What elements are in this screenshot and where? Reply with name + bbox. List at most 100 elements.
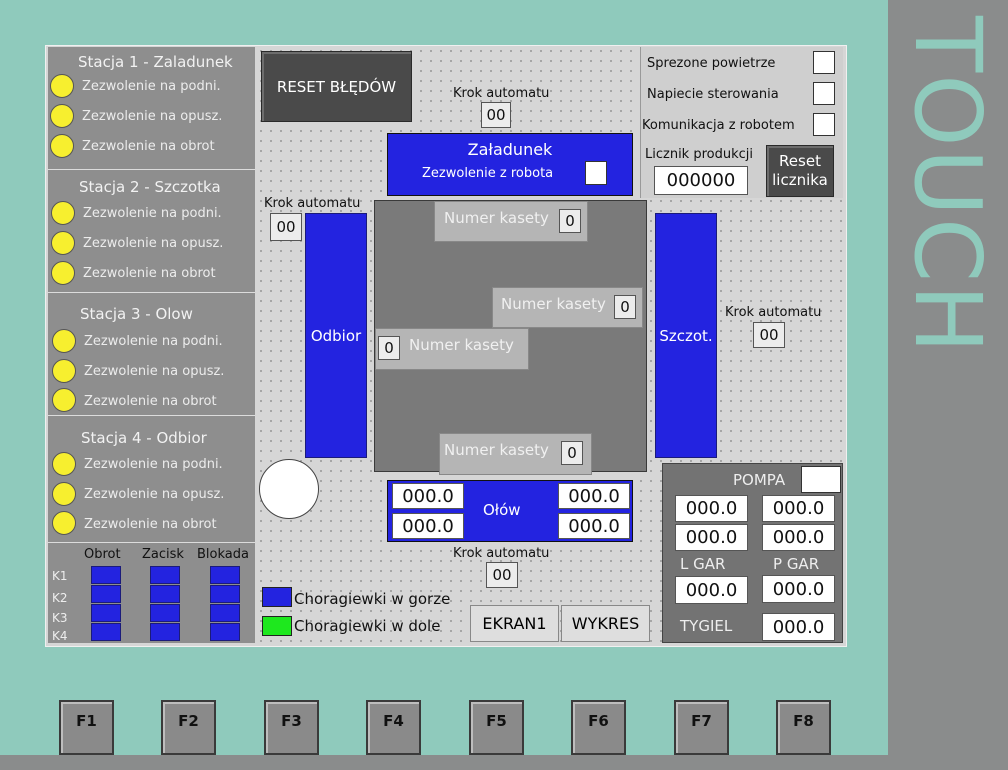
production-counter-value: 000000: [654, 166, 748, 195]
permission-label: Zezwolenie na opusz.: [82, 109, 223, 124]
clamp-indicator: [210, 623, 240, 641]
clamp-indicator: [91, 604, 121, 622]
permission-label: Zezwolenie na opusz.: [84, 487, 225, 502]
step-value: 00: [270, 213, 302, 241]
function-key-f2[interactable]: F2: [161, 700, 216, 755]
legend-swatch-down: [262, 616, 292, 636]
status-lamp: [50, 74, 74, 98]
cassette-number: 0: [378, 336, 400, 360]
pump-value: 000.0: [675, 495, 748, 522]
legend-swatch-up: [262, 587, 292, 607]
status-indicator: [813, 82, 835, 105]
column-header: Obrot: [84, 547, 121, 562]
cassette-number: 0: [561, 441, 583, 465]
status-label: Komunikacja z robotem: [642, 118, 795, 133]
legend-label-down: Choragiewki w dole: [294, 617, 441, 635]
clamp-indicator: [150, 623, 180, 641]
status-indicator: [813, 113, 835, 136]
status-lamp: [52, 452, 76, 476]
step-label: Krok automatu: [453, 546, 550, 561]
step-value: 00: [481, 102, 511, 128]
column-header: Blokada: [197, 547, 249, 562]
station-title: Stacja 4 - Odbior: [81, 429, 207, 447]
permission-label: Zezwolenie na obrot: [82, 139, 215, 154]
lead-label: Ołów: [483, 501, 521, 519]
permission-label: Zezwolenie na opusz.: [83, 236, 224, 251]
cassette-number: 0: [614, 295, 636, 319]
station-title: Stacja 1 - Zaladunek: [78, 53, 233, 71]
reset-errors-button[interactable]: RESET BŁĘDÓW: [261, 51, 412, 122]
left-gar-value: 000.0: [675, 576, 748, 604]
clamp-indicator: [91, 566, 121, 584]
step-label: Krok automatu: [264, 196, 361, 211]
permission-label: Zezwolenie na obrot: [84, 394, 217, 409]
cassette-bottom: Numer kasety 0: [439, 433, 592, 475]
station-title: Stacja 2 - Szczotka: [79, 178, 221, 196]
loading-title: Załadunek: [467, 140, 553, 159]
step-label: Krok automatu: [725, 305, 822, 320]
function-key-f8[interactable]: F8: [776, 700, 831, 755]
bezel-bottom: [0, 755, 1008, 770]
cassette-number: 0: [559, 209, 581, 233]
clamp-indicator: [210, 604, 240, 622]
status-indicator: [813, 51, 835, 74]
station-1-panel: Stacja 1 - Zaladunek Zezwolenie na podni…: [48, 47, 255, 170]
clamp-indicator: [150, 604, 180, 622]
brand-logo: TOUCH: [894, 16, 1001, 356]
status-lamp: [50, 134, 74, 158]
station-title: Stacja 3 - Olow: [80, 305, 193, 323]
function-key-f5[interactable]: F5: [469, 700, 524, 755]
pump-value: 000.0: [762, 524, 835, 551]
clamp-indicator: [210, 585, 240, 603]
permission-label: Zezwolenie na obrot: [83, 266, 216, 281]
screen1-button[interactable]: EKRAN1: [470, 605, 559, 642]
function-key-f6[interactable]: F6: [571, 700, 626, 755]
step-value: 00: [486, 562, 518, 588]
clamp-indicator: [150, 585, 180, 603]
status-label: Napiecie sterowania: [647, 87, 779, 102]
right-gar-value: 000.0: [762, 575, 835, 603]
permission-label: Zezwolenie na podni.: [83, 206, 222, 221]
status-lamp: [52, 329, 76, 353]
row-label: K2: [52, 591, 68, 605]
chart-button[interactable]: WYKRES: [561, 605, 650, 642]
step-label: Krok automatu: [453, 86, 550, 101]
status-lamp: [51, 231, 75, 255]
lead-value: 000.0: [392, 483, 464, 509]
function-key-f7[interactable]: F7: [674, 700, 729, 755]
status-lamp: [51, 201, 75, 225]
permission-label: Zezwolenie na podni.: [84, 334, 223, 349]
right-gar-label: P GAR: [773, 555, 820, 573]
row-label: K3: [52, 611, 68, 625]
function-key-f1[interactable]: F1: [59, 700, 114, 755]
pump-label: POMPA: [733, 471, 786, 489]
station-4-panel: Stacja 4 - Odbior Zezwolenie na podni. Z…: [48, 416, 255, 543]
status-lamp: [52, 482, 76, 506]
function-key-f4[interactable]: F4: [366, 700, 421, 755]
row-label: K1: [52, 569, 68, 583]
row-label: K4: [52, 629, 68, 643]
pump-value: 000.0: [675, 524, 748, 551]
crucible-value: 000.0: [762, 613, 835, 641]
status-lamp: [52, 511, 76, 535]
legend-label-up: Choragiewki w gorze: [294, 590, 451, 608]
loading-station: Załadunek Zezwolenie z robota: [387, 133, 633, 196]
reset-counter-button[interactable]: Reset licznika: [766, 145, 834, 197]
cassette-top: Numer kasety 0: [434, 201, 588, 242]
lead-value: 000.0: [558, 483, 630, 509]
pump-indicator: [801, 466, 841, 493]
left-gar-label: L GAR: [680, 555, 726, 573]
production-counter-label: Licznik produkcji: [645, 147, 753, 162]
cassette-label: Numer kasety: [444, 209, 549, 227]
status-lamp: [51, 261, 75, 285]
cassette-left: 0 Numer kasety: [375, 328, 529, 370]
status-lamp: [50, 104, 74, 128]
station-3-panel: Stacja 3 - Olow Zezwolenie na podni. Zez…: [48, 293, 255, 416]
clamp-indicator: [91, 585, 121, 603]
robot-permission-indicator: [585, 161, 607, 185]
permission-label: Zezwolenie na opusz.: [84, 364, 225, 379]
status-circle: [259, 459, 319, 519]
status-lamp: [52, 359, 76, 383]
function-key-f3[interactable]: F3: [264, 700, 319, 755]
column-header: Zacisk: [142, 547, 184, 562]
